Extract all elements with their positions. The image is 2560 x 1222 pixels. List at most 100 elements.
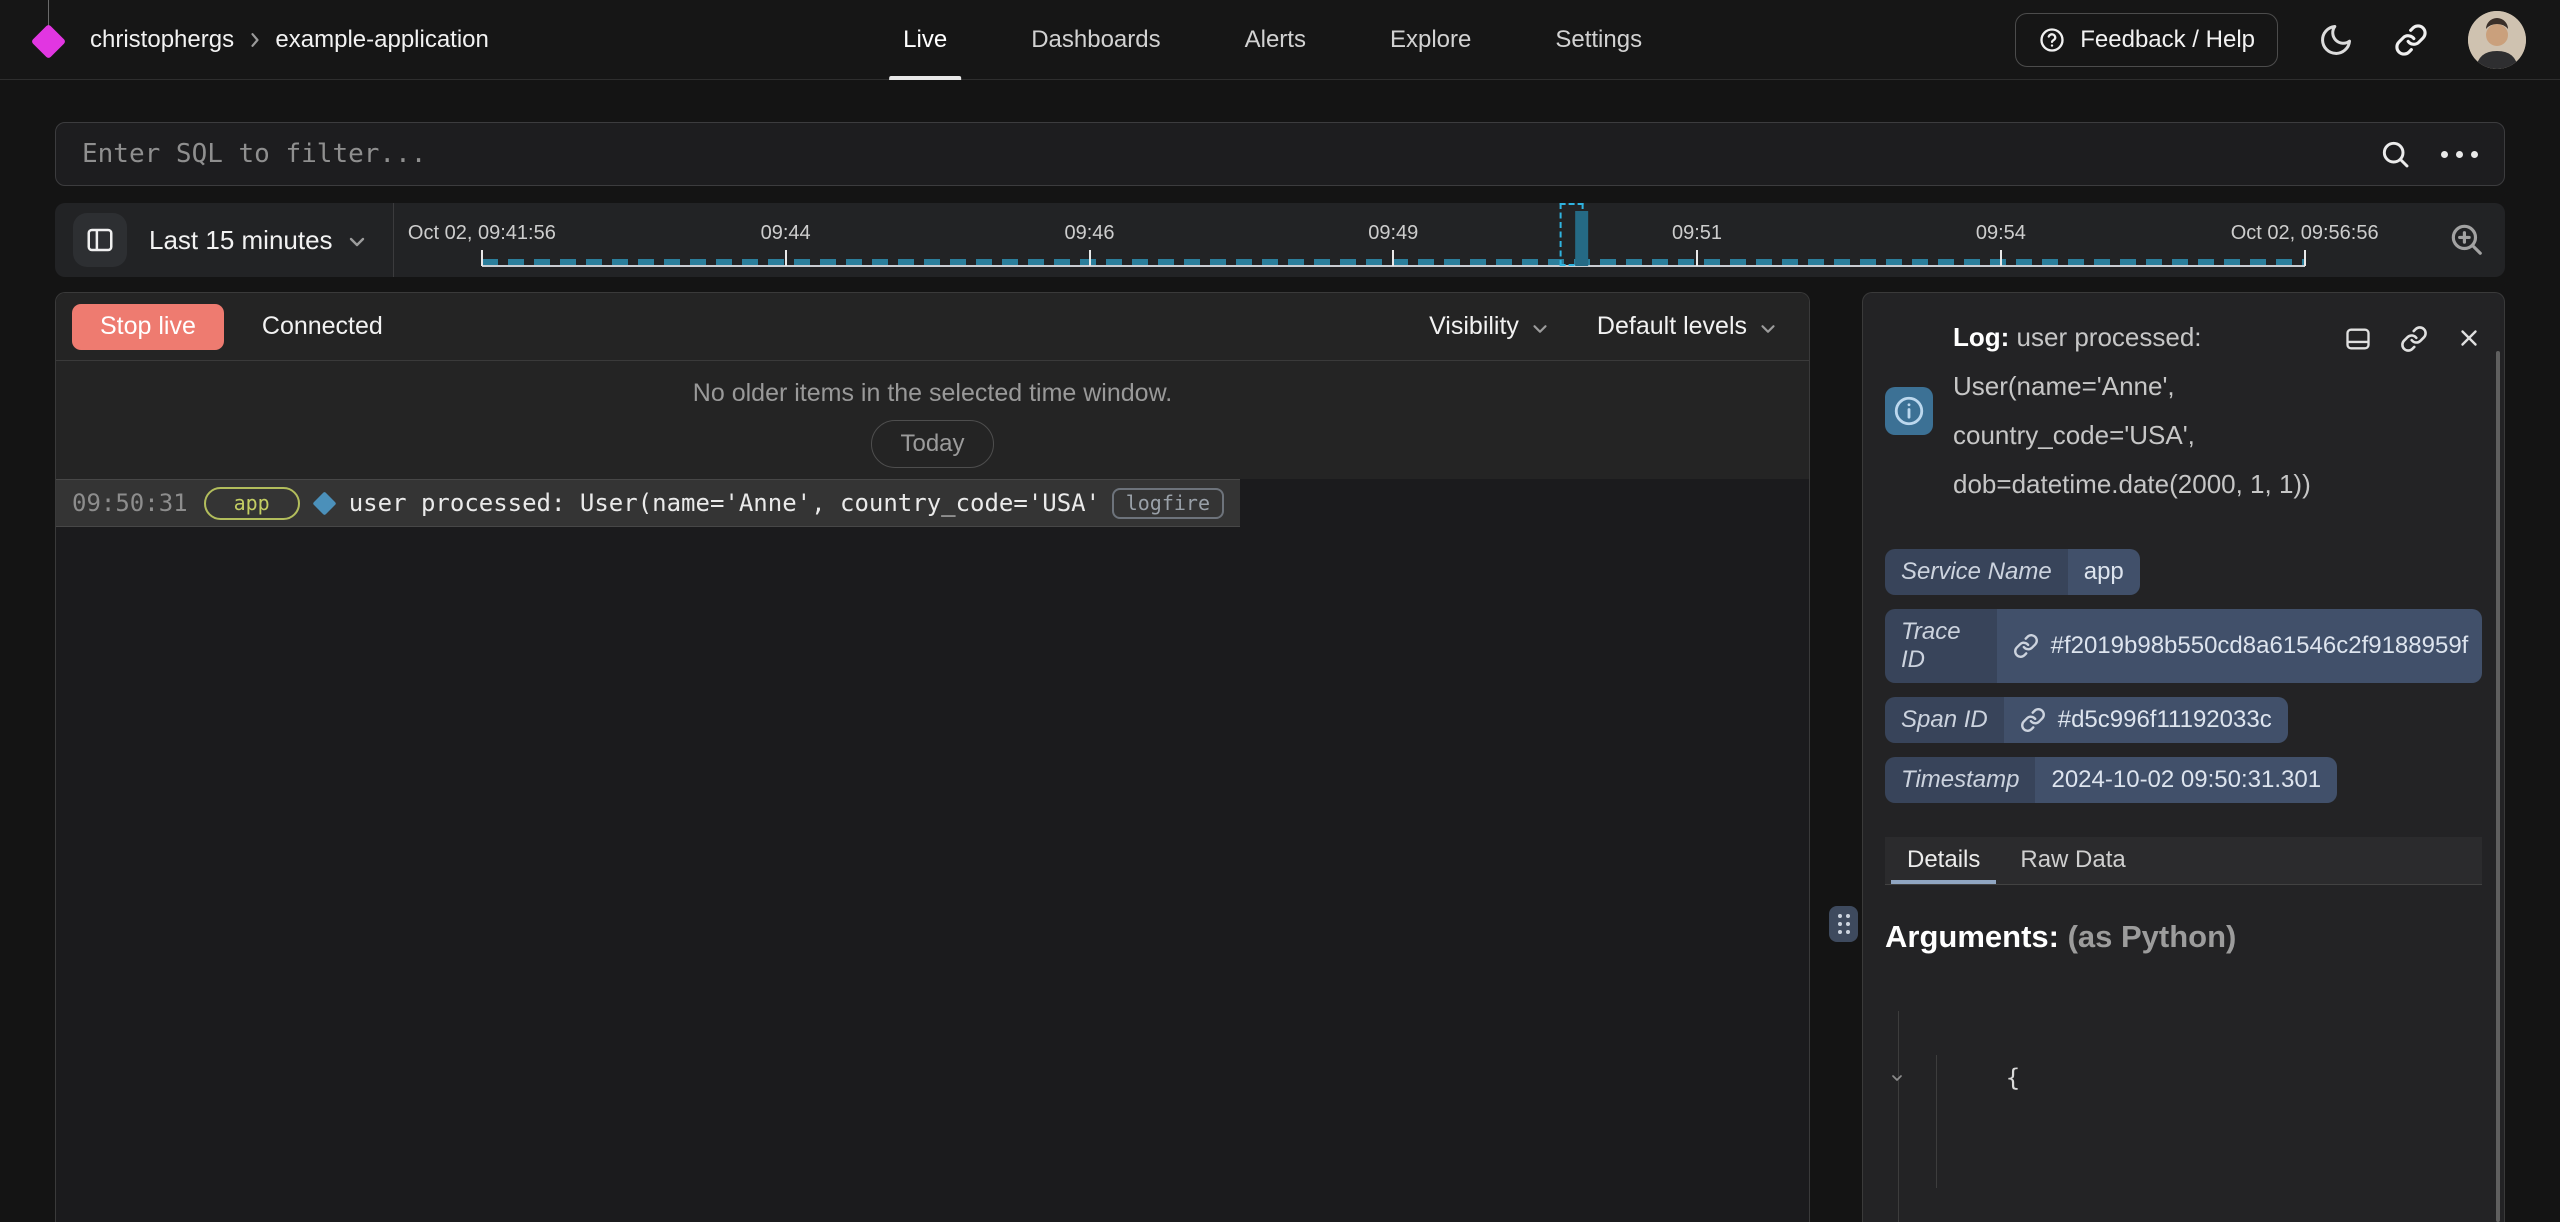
panel-resize-handle[interactable] xyxy=(1829,906,1858,942)
logfire-tag-badge[interactable]: logfire xyxy=(1112,488,1224,519)
sidebar-toggle-button[interactable] xyxy=(73,213,127,267)
timeline-tick xyxy=(1089,250,1091,266)
tab-alerts[interactable]: Alerts xyxy=(1245,0,1306,80)
visibility-dropdown[interactable]: Visibility xyxy=(1429,312,1551,341)
live-log-panel: Stop live Connected Visibility Default l… xyxy=(55,292,1810,1222)
field-value: #d5c996f11192033c xyxy=(2004,697,2288,743)
log-row-message: user processed: User(name='Anne', countr… xyxy=(349,489,1096,517)
question-circle-icon xyxy=(2038,26,2066,54)
share-link-button[interactable] xyxy=(2394,23,2428,57)
time-range-dropdown[interactable]: Last 15 minutes xyxy=(149,225,369,256)
detail-fields: Service Name app Trace ID #f2019b98b550c… xyxy=(1885,549,2482,803)
tab-settings[interactable]: Settings xyxy=(1555,0,1642,80)
field-span-id: Span ID #d5c996f11192033c xyxy=(1885,697,2288,743)
breadcrumb-separator-icon xyxy=(245,26,272,53)
info-level-icon xyxy=(1885,387,1933,435)
sql-filter-input[interactable] xyxy=(82,139,2349,169)
chevron-down-icon xyxy=(1757,318,1779,340)
field-label: Service Name xyxy=(1885,549,2068,595)
logo-diamond-icon xyxy=(31,23,66,58)
link-icon xyxy=(2400,325,2428,353)
primary-nav-tabs: Live Dashboards Alerts Explore Settings xyxy=(903,0,1642,80)
dock-panel-button[interactable] xyxy=(2344,325,2372,353)
timeline-bar: Last 15 minutes Oct 02, 09:41:56 09:44 0… xyxy=(55,203,2505,277)
timeline-track[interactable]: Oct 02, 09:41:56 09:44 09:46 09:49 09:51… xyxy=(394,203,2401,277)
detail-panel-scrollbar[interactable] xyxy=(2496,351,2500,1222)
zoom-in-icon xyxy=(2447,220,2485,258)
field-value: #f2019b98b550cd8a61546c2f9188959f xyxy=(1997,609,2482,683)
timeline-start-label: Oct 02, 09:41:56 xyxy=(408,222,556,245)
live-controls: Visibility Default levels xyxy=(1429,312,1793,341)
timeline-controls: Last 15 minutes xyxy=(73,213,369,267)
dock-bottom-icon xyxy=(2344,325,2372,353)
link-icon xyxy=(2394,23,2428,57)
timeline-tick-label: 09:49 xyxy=(1368,222,1418,245)
link-icon[interactable] xyxy=(2020,707,2046,733)
field-trace-id: Trace ID #f2019b98b550cd8a61546c2f918895… xyxy=(1885,609,2482,683)
log-row[interactable]: 09:50:31 app user processed: User(name='… xyxy=(56,479,1240,527)
panel-left-icon xyxy=(85,225,115,255)
service-badge[interactable]: app xyxy=(204,487,300,520)
field-label: Span ID xyxy=(1885,697,2004,743)
moon-icon xyxy=(2318,22,2354,58)
today-button[interactable]: Today xyxy=(871,420,993,468)
timeline-tick xyxy=(785,250,787,266)
code-line: { xyxy=(1885,971,2482,1143)
logfire-logo-icon[interactable] xyxy=(34,13,64,67)
tab-raw-data[interactable]: Raw Data xyxy=(2004,836,2141,884)
search-icon[interactable] xyxy=(2379,138,2411,170)
log-level-diamond-icon xyxy=(312,491,336,515)
timeline-tick-label: 09:54 xyxy=(1976,222,2026,245)
sql-filter-bar xyxy=(55,122,2505,186)
connection-status: Connected xyxy=(262,312,383,341)
top-navbar: christophergs example-application Live D… xyxy=(0,0,2560,80)
detail-header-actions xyxy=(2344,313,2482,509)
more-options-icon[interactable] xyxy=(2441,151,2478,158)
chevron-down-icon xyxy=(1529,318,1551,340)
field-label: Trace ID xyxy=(1885,609,1997,683)
stop-live-button[interactable]: Stop live xyxy=(72,304,224,350)
timeline-end-label: Oct 02, 09:56:56 xyxy=(2231,222,2379,245)
link-icon[interactable] xyxy=(2013,633,2039,659)
field-value: 2024-10-02 09:50:31.301 xyxy=(2035,757,2337,803)
brand-breadcrumb: christophergs example-application xyxy=(34,13,489,67)
timeline-histogram-bar[interactable] xyxy=(1575,211,1588,266)
timeline-tick-label: 09:44 xyxy=(761,222,811,245)
timeline-tick-label: 09:46 xyxy=(1065,222,1115,245)
timeline-tick xyxy=(2000,250,2002,266)
close-detail-button[interactable] xyxy=(2456,325,2482,351)
empty-window-zone: No older items in the selected time wind… xyxy=(56,361,1809,479)
tab-live[interactable]: Live xyxy=(903,0,947,80)
user-avatar[interactable] xyxy=(2468,11,2526,69)
navbar-actions: Feedback / Help xyxy=(2015,11,2526,69)
detail-header: Log: user processed: User(name='Anne', c… xyxy=(1885,313,2482,509)
tab-explore[interactable]: Explore xyxy=(1390,0,1471,80)
arguments-heading: Arguments: (as Python) xyxy=(1885,919,2482,955)
timeline-tick-label: 09:51 xyxy=(1672,222,1722,245)
breadcrumb: christophergs example-application xyxy=(90,26,489,54)
breadcrumb-project[interactable]: example-application xyxy=(275,26,488,53)
log-row-time: 09:50:31 xyxy=(72,489,188,517)
field-service-name: Service Name app xyxy=(1885,549,2140,595)
live-panel-header: Stop live Connected Visibility Default l… xyxy=(56,293,1809,361)
timeline-tick xyxy=(481,250,483,266)
timeline-tick xyxy=(1696,250,1698,266)
copy-link-button[interactable] xyxy=(2400,325,2428,353)
field-timestamp: Timestamp 2024-10-02 09:50:31.301 xyxy=(1885,757,2337,803)
detail-title-prefix: Log: xyxy=(1953,322,2009,352)
tab-details[interactable]: Details xyxy=(1891,836,1996,884)
timeline-zoom-button[interactable] xyxy=(2447,220,2485,258)
feedback-help-button[interactable]: Feedback / Help xyxy=(2015,13,2278,67)
timeline-tick xyxy=(1392,250,1394,266)
breadcrumb-org[interactable]: christophergs xyxy=(90,26,234,53)
collapse-chevron-icon[interactable] xyxy=(1927,1156,2043,1222)
theme-toggle-button[interactable] xyxy=(2318,22,2354,58)
code-line: 'user': User( xyxy=(1885,1143,2482,1222)
tab-dashboards[interactable]: Dashboards xyxy=(1031,0,1160,80)
default-levels-dropdown[interactable]: Default levels xyxy=(1597,312,1779,341)
field-label: Timestamp xyxy=(1885,757,2035,803)
empty-window-message: No older items in the selected time wind… xyxy=(56,379,1809,408)
detail-tabs: Details Raw Data xyxy=(1885,837,2482,885)
close-icon xyxy=(2456,325,2482,351)
arguments-python-tree: { 'user': User( name='Anne', country_cod… xyxy=(1885,971,2482,1222)
